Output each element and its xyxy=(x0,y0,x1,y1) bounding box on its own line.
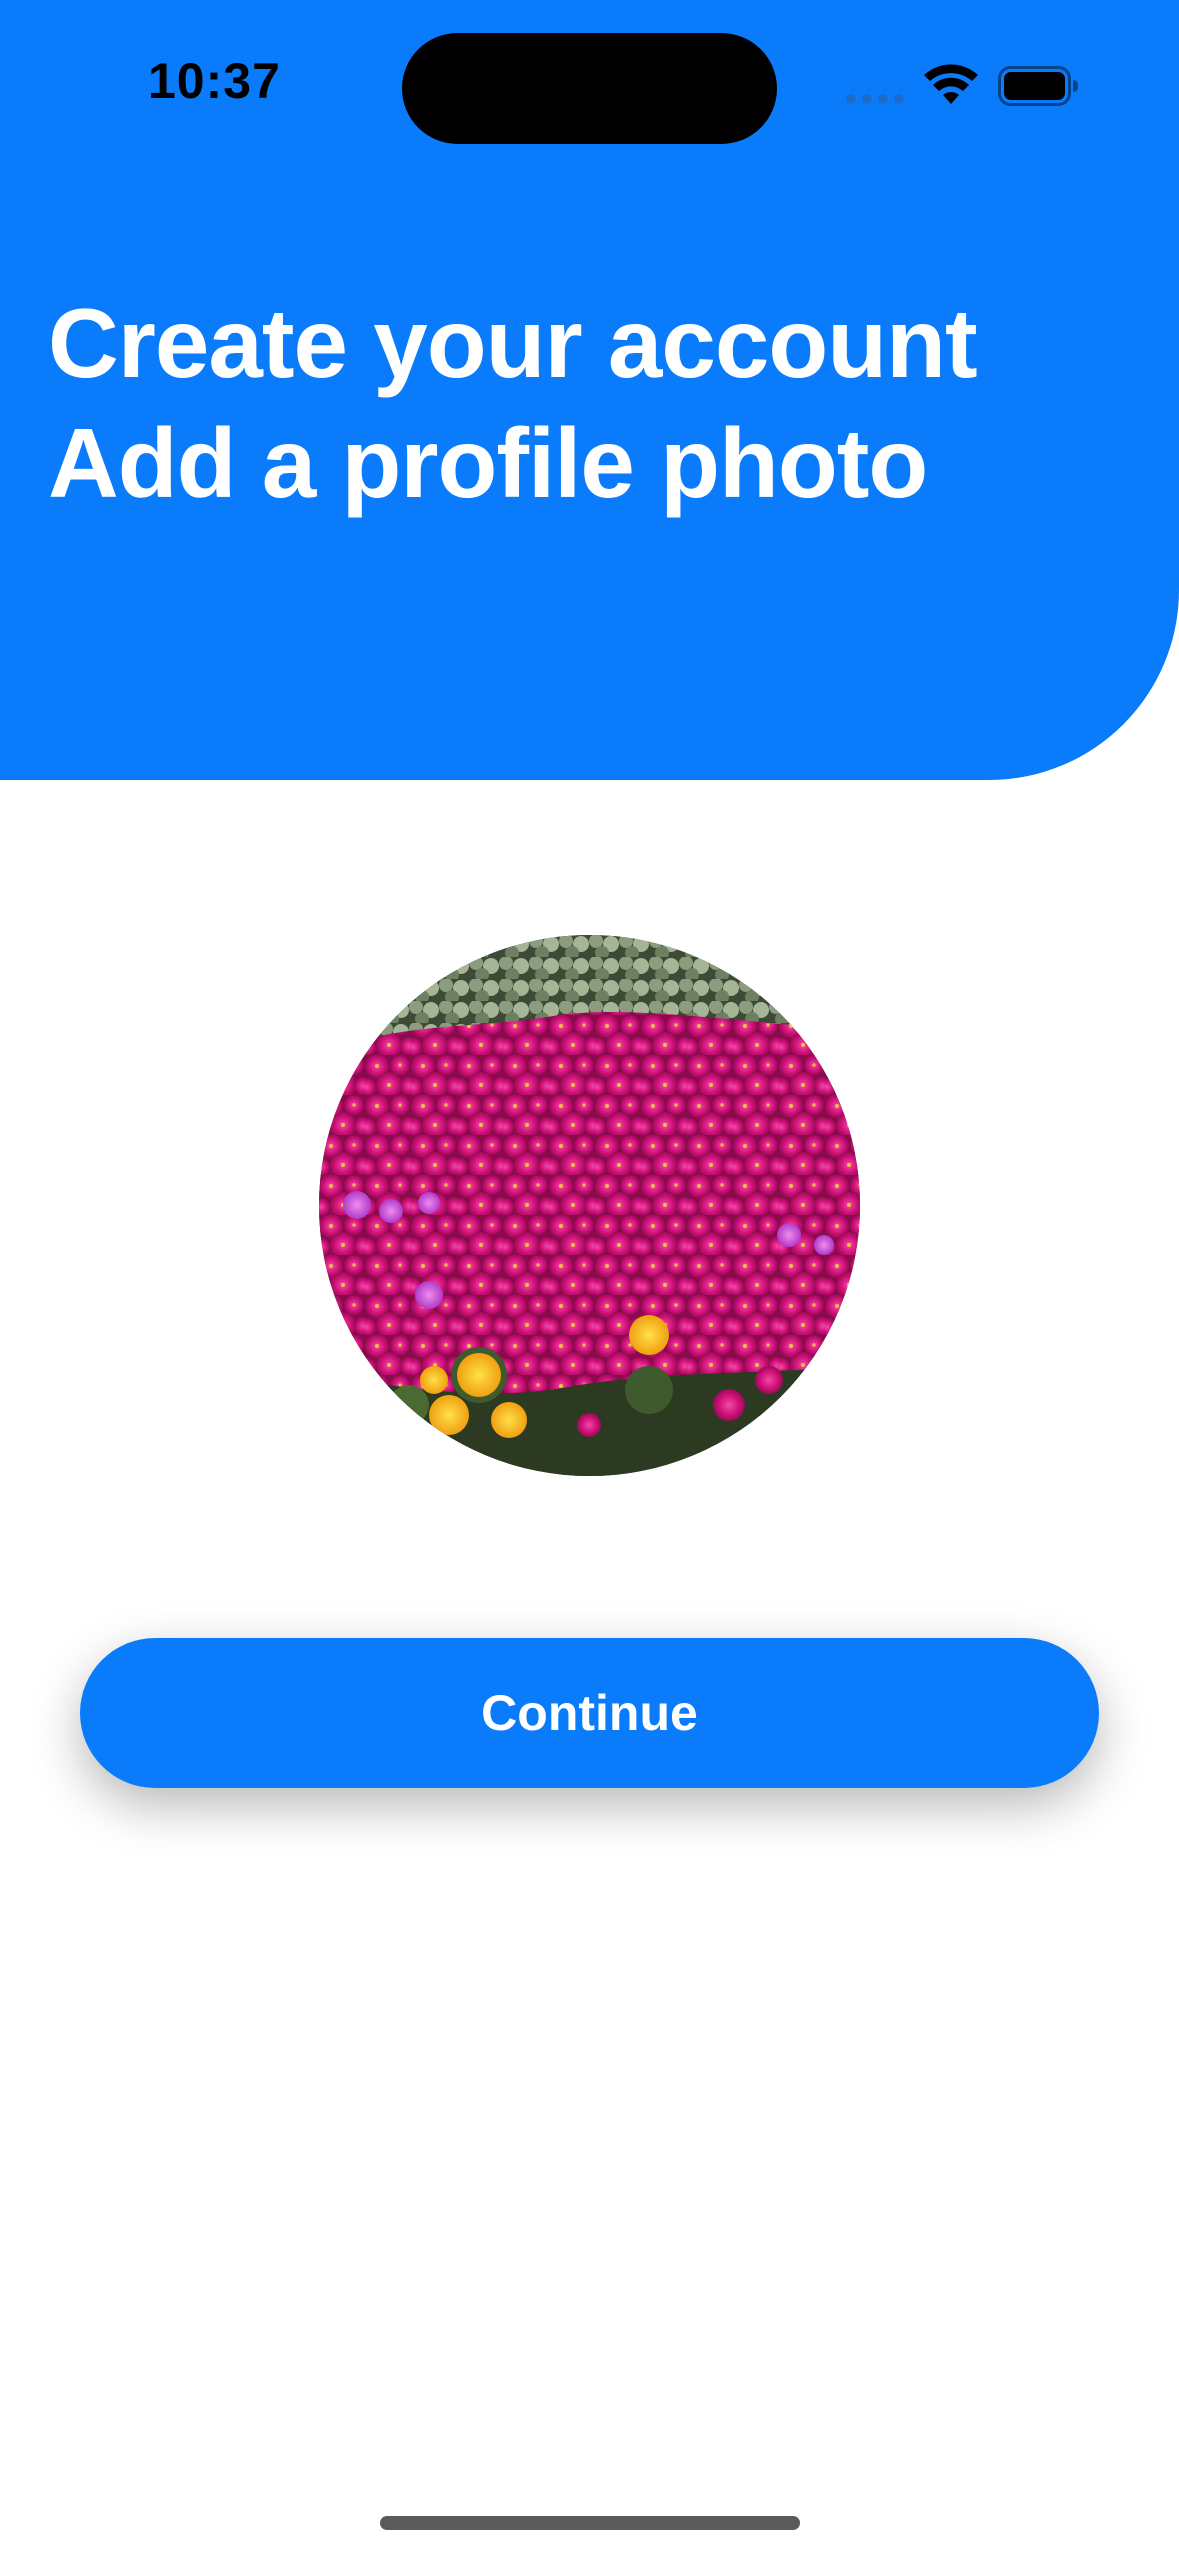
continue-button[interactable]: Continue xyxy=(80,1638,1099,1788)
wifi-icon xyxy=(924,64,978,104)
page-title: Create your account Add a profile photo xyxy=(48,283,978,523)
page-title-line-2: Add a profile photo xyxy=(48,408,928,518)
profile-photo[interactable] xyxy=(319,935,860,1476)
dynamic-island xyxy=(402,33,777,144)
flowers-photo xyxy=(319,935,860,1476)
status-bar: 10:37 xyxy=(0,0,1179,170)
home-indicator[interactable] xyxy=(380,2516,800,2530)
status-time: 10:37 xyxy=(148,53,281,109)
page-title-line-1: Create your account xyxy=(48,288,978,398)
battery-icon xyxy=(998,66,1078,106)
cellular-signal-icon xyxy=(846,94,906,106)
